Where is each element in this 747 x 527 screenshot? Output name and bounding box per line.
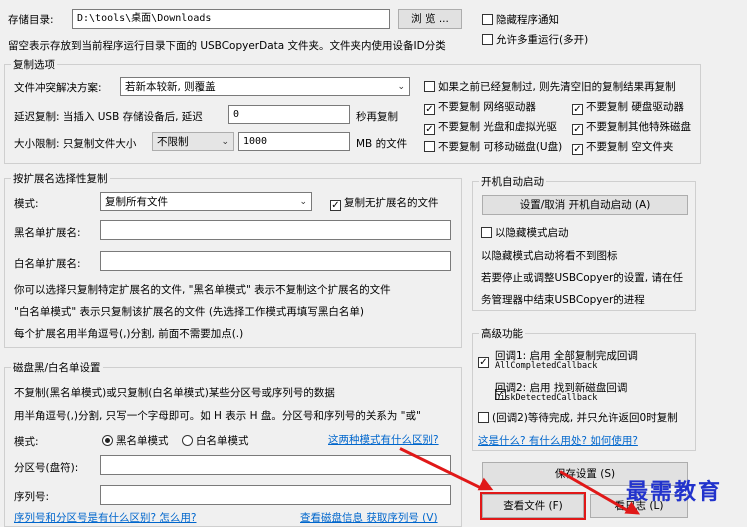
hide-notify-label: 隐藏程序通知 bbox=[496, 14, 559, 26]
no-ext-label: 复制无扩展名的文件 bbox=[344, 197, 439, 209]
allow-multi-label: 允许多重运行(多开) bbox=[496, 34, 589, 46]
optical-checkbox[interactable]: ✓ 不要复制 光盘和虚拟光驱 bbox=[424, 119, 557, 135]
disk-mode-label: 模式: bbox=[14, 436, 39, 448]
advanced-help-link[interactable]: 这是什么? 有什么用处? 如何使用? bbox=[478, 433, 638, 448]
empty-folder-checkbox[interactable]: ✓ 不要复制 空文件夹 bbox=[572, 139, 673, 155]
conflict-select[interactable]: 若新本较新, 则覆盖 ⌄ bbox=[120, 77, 410, 96]
callback1-line2: AllCompletedCallback bbox=[495, 361, 598, 371]
whitelist-input[interactable] bbox=[100, 251, 451, 271]
advanced-title: 高级功能 bbox=[479, 326, 525, 341]
ext-mode-value: 复制所有文件 bbox=[105, 196, 168, 208]
hidden-start-checkbox[interactable]: 以隐藏模式启动 bbox=[481, 225, 569, 240]
watermark-text: 最需教育 bbox=[626, 479, 723, 505]
startup-desc-2: 若要停止或调整USBCopyer的设置, 请在任 bbox=[481, 272, 683, 284]
ext-filter-title: 按扩展名选择性复制 bbox=[11, 171, 110, 186]
hide-notify-checkbox[interactable]: 隐藏程序通知 bbox=[482, 12, 559, 27]
no-ext-checkbox[interactable]: ✓ 复制无扩展名的文件 bbox=[330, 195, 439, 211]
browse-button[interactable]: 浏 览 ... bbox=[398, 9, 462, 29]
copy-options-title: 复制选项 bbox=[11, 57, 57, 72]
disk-info-link[interactable]: 查看磁盘信息 获取序列号 (V) bbox=[300, 510, 438, 525]
network-checkbox[interactable]: ✓ 不要复制 网络驱动器 bbox=[424, 99, 536, 115]
radio-dot[interactable] bbox=[182, 435, 193, 446]
check-icon[interactable]: ✓ bbox=[478, 357, 489, 368]
checkbox-box[interactable] bbox=[424, 141, 435, 152]
check-icon[interactable]: ✓ bbox=[572, 104, 583, 115]
serial-input[interactable] bbox=[100, 485, 451, 505]
disk-filter-title: 磁盘黑/白名单设置 bbox=[11, 360, 103, 375]
check-icon[interactable]: ✓ bbox=[330, 200, 341, 211]
black-mode-radio[interactable]: 黑名单模式 bbox=[102, 433, 169, 448]
partition-input[interactable] bbox=[100, 455, 451, 475]
size-input[interactable]: 1000 bbox=[238, 132, 350, 151]
chevron-down-icon: ⌄ bbox=[397, 82, 405, 92]
serial-label: 序列号: bbox=[14, 491, 50, 503]
ext-desc-2: "白名单模式" 表示只复制该扩展名的文件 (先选择工作模式再填写黑白名单) bbox=[14, 306, 365, 318]
callback3-checkbox[interactable]: (回调2)等待完成, 并只允许返回0时复制 bbox=[478, 410, 678, 425]
removable-label: 不要复制 可移动磁盘(U盘) bbox=[438, 141, 563, 153]
checkbox-box[interactable] bbox=[481, 227, 492, 238]
autostart-button[interactable]: 设置/取消 开机自动启动 (A) bbox=[482, 195, 688, 215]
white-mode-radio[interactable]: 白名单模式 bbox=[182, 433, 249, 448]
check-icon[interactable]: ✓ bbox=[424, 124, 435, 135]
ext-mode-label: 模式: bbox=[14, 198, 39, 210]
chevron-down-icon: ⌄ bbox=[299, 197, 307, 207]
removable-checkbox[interactable]: 不要复制 可移动磁盘(U盘) bbox=[424, 139, 562, 154]
partition-label: 分区号(盘符): bbox=[14, 462, 79, 474]
chevron-down-icon: ⌄ bbox=[221, 137, 229, 147]
ext-mode-select[interactable]: 复制所有文件 ⌄ bbox=[100, 192, 312, 211]
hdd-checkbox[interactable]: ✓ 不要复制 硬盘驱动器 bbox=[572, 99, 684, 115]
startup-desc-3: 务管理器中结束USBCopyer的进程 bbox=[481, 294, 645, 306]
ext-desc-1: 你可以选择只复制特定扩展名的文件, "黑名单模式" 表示不复制这个扩展名的文件 bbox=[14, 284, 391, 296]
checkbox-box[interactable] bbox=[482, 14, 493, 25]
other-disk-checkbox[interactable]: ✓ 不要复制其他特殊磁盘 bbox=[572, 119, 691, 135]
delay-unit: 秒再复制 bbox=[356, 111, 398, 123]
disk-desc-1: 不复制(黑名单模式)或只复制(白名单模式)某些分区号或序列号的数据 bbox=[14, 387, 335, 399]
serial-help-link[interactable]: 序列号和分区号是有什么区别? 怎么用? bbox=[14, 510, 196, 525]
optical-label: 不要复制 光盘和虚拟光驱 bbox=[438, 121, 557, 133]
size-label: 大小限制: 只复制文件大小 bbox=[14, 138, 137, 150]
hdd-label: 不要复制 硬盘驱动器 bbox=[586, 101, 684, 113]
delay-input[interactable]: 0 bbox=[228, 105, 350, 124]
network-label: 不要复制 网络驱动器 bbox=[438, 101, 536, 113]
highlight-box-view-files bbox=[480, 492, 586, 520]
checkbox-box[interactable] bbox=[482, 34, 493, 45]
check-icon[interactable]: ✓ bbox=[572, 124, 583, 135]
storage-label: 存储目录: bbox=[8, 14, 54, 26]
blacklist-label: 黑名单扩展名: bbox=[14, 227, 81, 239]
size-select[interactable]: 不限制 ⌄ bbox=[152, 132, 234, 151]
checkbox-box[interactable] bbox=[478, 412, 489, 423]
whitelist-label: 白名单扩展名: bbox=[14, 258, 81, 270]
conflict-label: 文件冲突解决方案: bbox=[14, 82, 102, 94]
mode-diff-link[interactable]: 这两种模式有什么区别? bbox=[328, 432, 439, 447]
checkbox-box[interactable] bbox=[424, 81, 435, 92]
ext-desc-3: 每个扩展名用半角逗号(,)分割, 前面不需要加点(.) bbox=[14, 328, 244, 340]
blacklist-input[interactable] bbox=[100, 220, 451, 240]
disk-desc-2: 用半角逗号(,)分割, 只写一个字母即可。如 H 表示 H 盘。分区号和序列号的… bbox=[14, 410, 421, 422]
size-select-value: 不限制 bbox=[157, 136, 189, 148]
check-icon[interactable]: ✓ bbox=[424, 104, 435, 115]
storage-note: 留空表示存放到当前程序运行目录下面的 USBCopyerData 文件夹。文件夹… bbox=[8, 40, 446, 52]
radio-dot[interactable] bbox=[102, 435, 113, 446]
resume-checkbox[interactable]: 如果之前已经复制过, 则先清空旧的复制结果再复制 bbox=[424, 79, 676, 94]
conflict-value: 若新本较新, 则覆盖 bbox=[125, 81, 216, 93]
callback3-label: (回调2)等待完成, 并只允许返回0时复制 bbox=[492, 412, 678, 424]
hidden-start-label: 以隐藏模式启动 bbox=[495, 227, 569, 239]
storage-path-input[interactable]: D:\tools\桌面\Downloads bbox=[72, 9, 390, 29]
check-icon[interactable]: ✓ bbox=[572, 144, 583, 155]
delay-label: 延迟复制: 当插入 USB 存储设备后, 延迟 bbox=[14, 111, 203, 123]
white-mode-label: 白名单模式 bbox=[196, 435, 249, 447]
allow-multi-checkbox[interactable]: 允许多重运行(多开) bbox=[482, 32, 588, 47]
resume-label: 如果之前已经复制过, 则先清空旧的复制结果再复制 bbox=[438, 81, 676, 93]
black-mode-label: 黑名单模式 bbox=[116, 435, 169, 447]
startup-title: 开机自动启动 bbox=[479, 174, 546, 189]
callback2-line2: DiskDetectedCallback bbox=[495, 393, 598, 403]
other-disk-label: 不要复制其他特殊磁盘 bbox=[586, 121, 691, 133]
startup-desc-1: 以隐藏模式启动将看不到图标 bbox=[481, 250, 618, 262]
size-unit: MB 的文件 bbox=[356, 138, 408, 150]
empty-folder-label: 不要复制 空文件夹 bbox=[586, 141, 674, 153]
